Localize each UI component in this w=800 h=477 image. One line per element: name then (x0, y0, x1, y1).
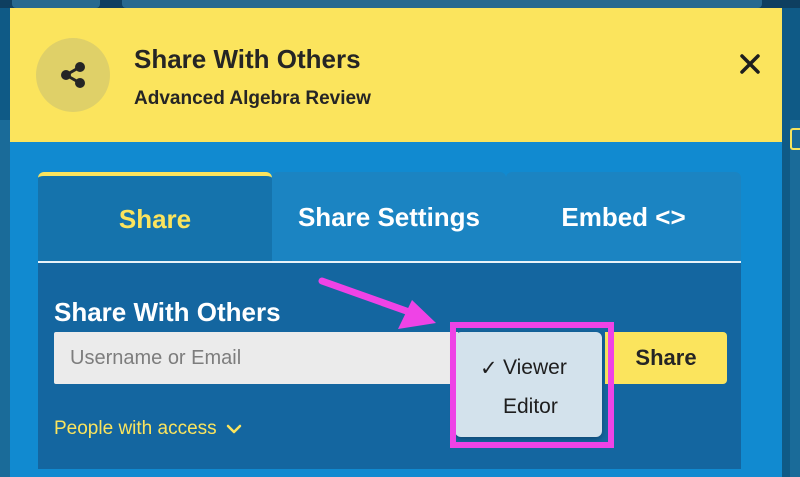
background-right-edge (790, 120, 800, 477)
panel-title: Share With Others (54, 297, 281, 327)
share-icon (36, 38, 110, 112)
role-option-viewer[interactable]: ✓ Viewer (455, 349, 602, 387)
tab-bar: Share Share Settings Embed <> (38, 172, 741, 262)
modal-title: Share With Others (134, 44, 361, 74)
people-with-access-toggle[interactable]: People with access (54, 418, 243, 440)
role-option-editor[interactable]: Editor (455, 388, 602, 426)
role-dropdown[interactable]: ✓ Viewer Editor (455, 332, 602, 437)
share-panel: Share With Others Share People with acce… (38, 263, 741, 469)
share-button[interactable]: Share (605, 332, 727, 384)
tab-embed[interactable]: Embed <> (506, 172, 741, 262)
modal-subtitle: Advanced Algebra Review (134, 88, 371, 109)
background-chip (122, 0, 762, 8)
role-option-label: Editor (503, 395, 558, 418)
close-icon (740, 54, 760, 74)
close-button[interactable] (734, 48, 766, 80)
role-option-label: Viewer (503, 356, 567, 379)
tab-share[interactable]: Share (38, 172, 272, 262)
background-chip (12, 0, 100, 8)
people-with-access-label: People with access (54, 418, 217, 439)
checkmark-icon: ✓ (480, 356, 498, 380)
tab-share-settings[interactable]: Share Settings (272, 172, 506, 262)
username-email-input[interactable] (54, 332, 458, 384)
background-right-mark (790, 128, 800, 150)
modal-header: Share With Others Advanced Algebra Revie… (10, 8, 782, 142)
background-left-edge (0, 120, 10, 477)
chevron-down-icon (226, 424, 241, 434)
